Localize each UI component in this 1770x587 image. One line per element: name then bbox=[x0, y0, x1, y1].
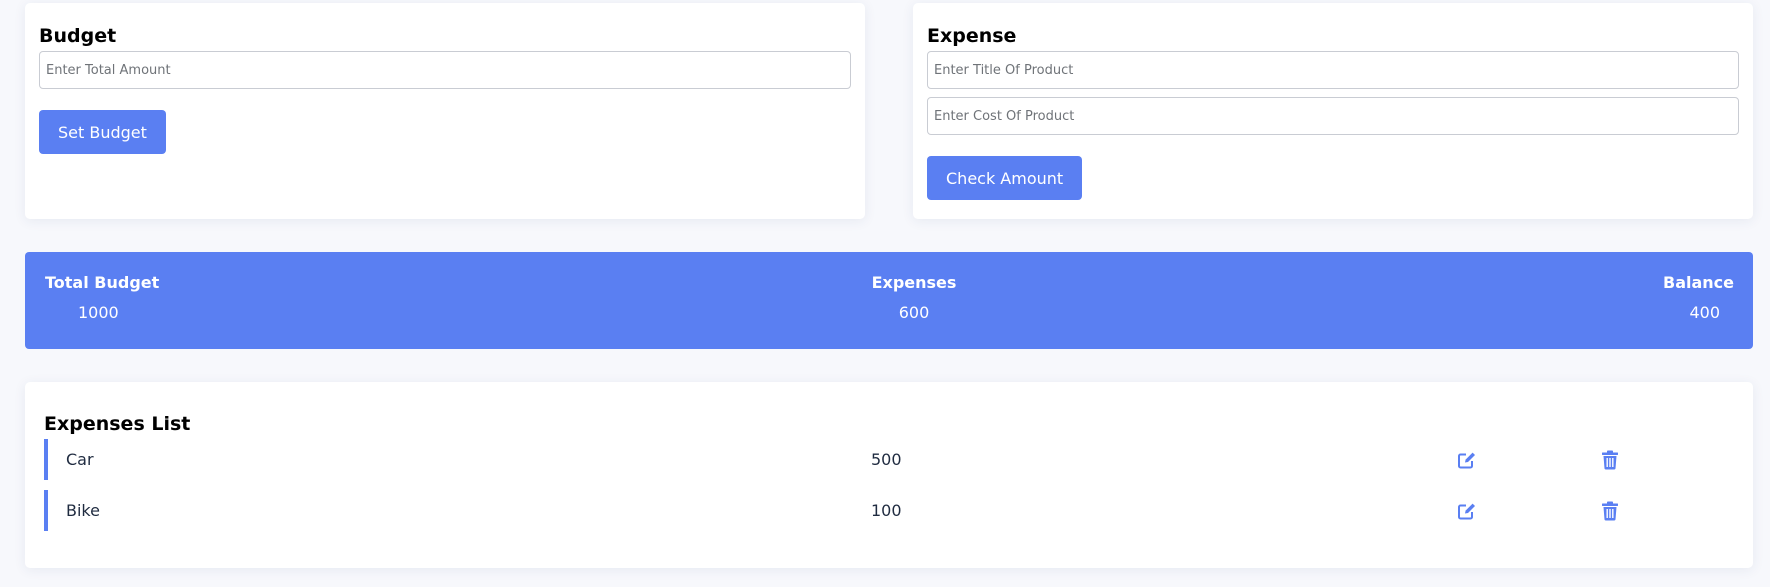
expenses-summary: Expenses 600 bbox=[869, 273, 959, 322]
trash-icon[interactable] bbox=[1599, 500, 1621, 522]
expense-title: Expense bbox=[927, 25, 1017, 47]
expense-item-amount: 100 bbox=[871, 501, 902, 520]
set-budget-button[interactable]: Set Budget bbox=[39, 110, 166, 154]
balance-summary: Balance 400 bbox=[1663, 273, 1734, 322]
edit-icon[interactable] bbox=[1456, 449, 1478, 471]
expense-item-title: Bike bbox=[66, 501, 100, 520]
total-budget-value: 1000 bbox=[78, 303, 119, 322]
budget-title: Budget bbox=[39, 25, 117, 47]
edit-icon[interactable] bbox=[1456, 500, 1478, 522]
expenses-list-card: Expenses List Car 500 Bike 100 bbox=[25, 382, 1753, 568]
total-budget-label: Total Budget bbox=[45, 273, 160, 292]
list-item: Bike 100 bbox=[44, 490, 1724, 531]
summary-bar: Total Budget 1000 Expenses 600 Balance 4… bbox=[25, 252, 1753, 349]
balance-value: 400 bbox=[1689, 303, 1720, 322]
list-item: Car 500 bbox=[44, 439, 1724, 480]
check-amount-button[interactable]: Check Amount bbox=[927, 156, 1083, 200]
budget-card: Budget Set Budget bbox=[25, 3, 865, 219]
expense-item-title: Car bbox=[66, 450, 94, 469]
total-budget-summary: Total Budget 1000 bbox=[45, 273, 159, 322]
total-amount-input[interactable] bbox=[39, 51, 851, 89]
expenses-list-title: Expenses List bbox=[44, 413, 191, 435]
expenses-label: Expenses bbox=[871, 273, 957, 292]
product-cost-input[interactable] bbox=[927, 97, 1739, 135]
expense-card: Expense Check Amount bbox=[913, 3, 1753, 219]
product-title-input[interactable] bbox=[927, 51, 1739, 89]
balance-label: Balance bbox=[1663, 273, 1734, 292]
expenses-value: 600 bbox=[898, 303, 930, 322]
expense-item-amount: 500 bbox=[871, 450, 902, 469]
trash-icon[interactable] bbox=[1599, 449, 1621, 471]
